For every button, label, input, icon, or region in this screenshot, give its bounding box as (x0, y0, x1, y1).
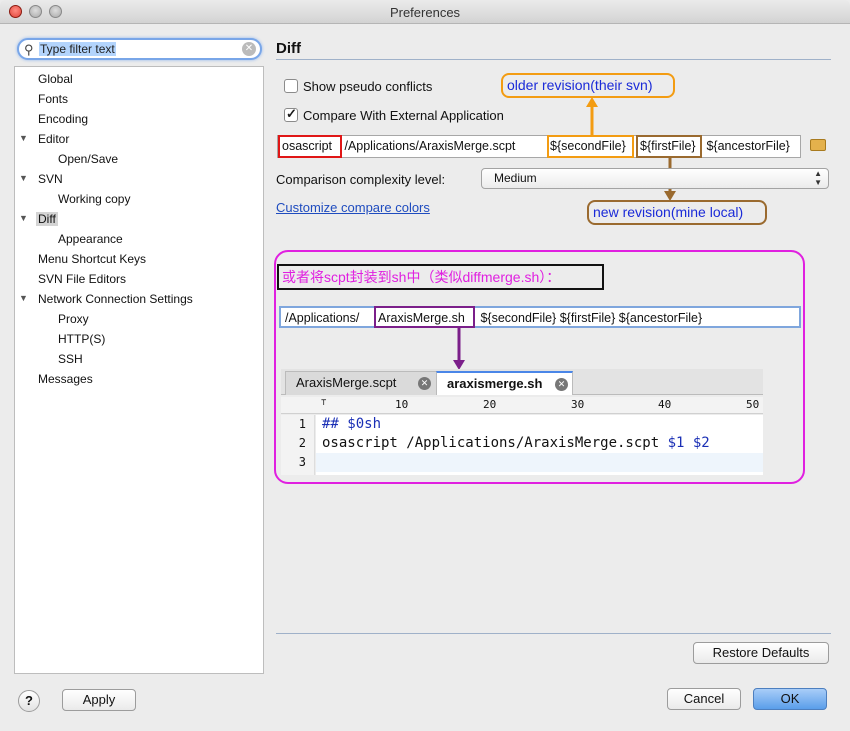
tree-item-editor[interactable]: Editor (38, 129, 69, 149)
tree-item-https[interactable]: HTTP(S) (58, 329, 105, 349)
divider (276, 633, 831, 634)
code-line: osascript /Applications/AraxisMerge.scpt… (322, 435, 710, 451)
code-line (316, 453, 763, 472)
restore-defaults-button[interactable]: Restore Defaults (693, 642, 829, 664)
tree-item-svn[interactable]: SVN (38, 169, 63, 189)
tree-item-menu-shortcut-keys[interactable]: Menu Shortcut Keys (38, 249, 146, 269)
show-pseudo-conflicts-checkbox[interactable] (284, 79, 298, 93)
tree-item-diff[interactable]: Diff (36, 209, 58, 229)
editor-ruler: ⊤ 10 20 30 40 50 (281, 397, 763, 414)
annotation-new-revision: new revision(mine local) (587, 200, 767, 225)
compare-external-label: Compare With External Application (303, 108, 504, 123)
close-icon[interactable]: ✕ (418, 377, 431, 390)
annotation-box-first-file (636, 135, 702, 158)
page-title: Diff (276, 40, 301, 57)
disclosure-triangle-icon[interactable]: ▼ (19, 213, 28, 223)
editor-tab-bar: AraxisMerge.scpt ✕ araxismerge.sh ✕ (281, 369, 763, 395)
annotation-box-sh-file (374, 306, 475, 328)
caret-marker-icon: ⊤ (321, 398, 327, 408)
folder-icon[interactable] (810, 139, 826, 151)
annotation-box-second-file (547, 135, 634, 158)
tree-item-svn-file-editors[interactable]: SVN File Editors (38, 269, 126, 289)
cancel-button[interactable]: Cancel (667, 688, 741, 710)
tree-item-encoding[interactable]: Encoding (38, 109, 88, 129)
code-line: ## $0sh (322, 416, 382, 432)
annotation-note: 或者将scpt封装到sh中（类似diffmerge.sh）： (277, 264, 604, 290)
close-icon[interactable]: ✕ (555, 378, 568, 391)
window-title: Preferences (389, 5, 461, 20)
ok-button[interactable]: OK (753, 688, 827, 710)
complexity-select[interactable]: Medium ▲ ▼ (481, 168, 829, 189)
filter-input[interactable]: ⚲ Type filter text ✕ (17, 38, 262, 60)
tree-item-global[interactable]: Global (38, 69, 73, 89)
show-pseudo-conflicts-label: Show pseudo conflicts (303, 79, 433, 94)
complexity-label: Comparison complexity level: (276, 172, 446, 187)
tab-araxismerge-scpt[interactable]: AraxisMerge.scpt ✕ (285, 371, 437, 395)
divider (276, 59, 831, 60)
annotation-older-revision: older revision(their svn) (501, 73, 675, 98)
sh-command-field: /Applications/ AraxisMerge.sh ${secondFi… (279, 306, 801, 328)
checkmark-icon: ✓ (286, 106, 297, 121)
tree-item-ssh[interactable]: SSH (58, 349, 83, 369)
disclosure-triangle-icon[interactable]: ▼ (19, 293, 28, 303)
line-number-gutter: 1 2 3 (281, 415, 315, 475)
annotation-arrow-up (586, 97, 598, 137)
disclosure-triangle-icon[interactable]: ▼ (19, 173, 28, 183)
annotation-box-osascript (278, 135, 342, 158)
external-command-input[interactable]: osascript /Applications/AraxisMerge.scpt… (277, 135, 801, 158)
tree-item-messages[interactable]: Messages (38, 369, 93, 389)
search-icon: ⚲ (24, 42, 34, 57)
updown-arrows-icon: ▲ ▼ (814, 169, 822, 187)
customize-colors-link[interactable]: Customize compare colors (276, 200, 430, 215)
compare-external-checkbox[interactable]: ✓ (284, 106, 298, 122)
filter-text[interactable]: Type filter text (39, 42, 116, 56)
tree-item-working-copy[interactable]: Working copy (58, 189, 130, 209)
apply-button[interactable]: Apply (62, 689, 136, 711)
tree-item-open-save[interactable]: Open/Save (58, 149, 118, 169)
annotation-arrow-down-purple (453, 326, 465, 370)
tree-item-network-connection-settings[interactable]: Network Connection Settings (38, 289, 193, 309)
disclosure-triangle-icon[interactable]: ▼ (19, 133, 28, 143)
preferences-tree: Global Fonts Encoding ▼ Editor Open/Save… (14, 66, 264, 674)
clear-icon[interactable]: ✕ (242, 42, 256, 56)
tab-araxismerge-sh[interactable]: araxismerge.sh ✕ (436, 371, 573, 395)
title-bar: Preferences (0, 0, 850, 24)
tree-item-fonts[interactable]: Fonts (38, 89, 68, 109)
tree-item-appearance[interactable]: Appearance (58, 229, 123, 249)
help-button[interactable]: ? (18, 690, 40, 712)
tree-item-proxy[interactable]: Proxy (58, 309, 89, 329)
code-editor[interactable]: ## $0sh osascript /Applications/AraxisMe… (316, 415, 763, 475)
